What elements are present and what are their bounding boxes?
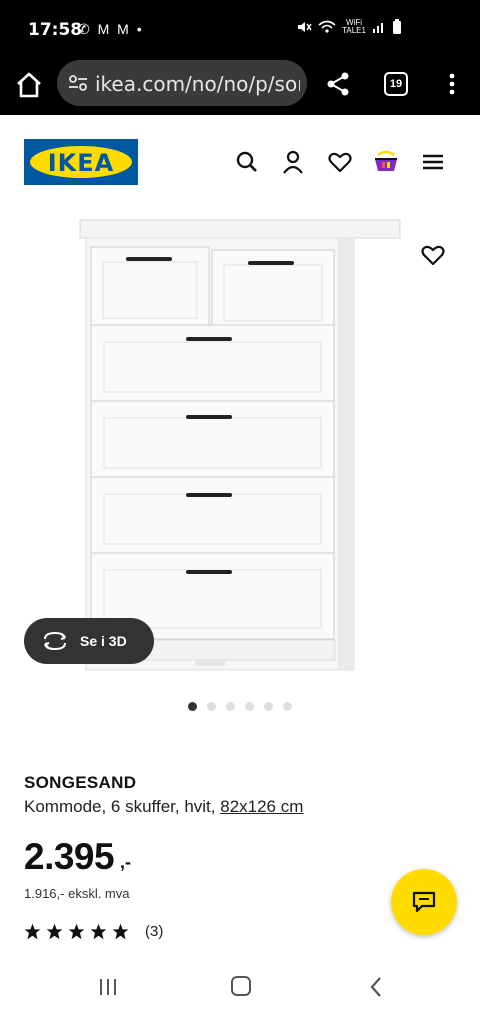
home-icon[interactable]	[14, 70, 44, 100]
tabs-button[interactable]: 19	[384, 72, 408, 96]
ikea-logo[interactable]: IKEA	[24, 139, 138, 185]
search-icon[interactable]	[234, 149, 260, 175]
browser-toolbar: ikea.com/no/no/p/son 19	[0, 60, 480, 115]
mute-icon	[298, 22, 312, 32]
user-icon[interactable]	[280, 149, 306, 175]
heart-icon[interactable]	[327, 149, 353, 175]
star-icon	[68, 923, 85, 940]
status-time: 17:58	[28, 20, 83, 40]
share-icon[interactable]	[324, 70, 352, 98]
carousel-dot[interactable]	[226, 702, 235, 711]
wifi-icon	[318, 20, 336, 33]
chat-button[interactable]	[391, 869, 457, 935]
rating[interactable]: (3)	[24, 923, 163, 940]
carousel-dot[interactable]	[264, 702, 273, 711]
status-bar: 17:58 ✆ M M • WiFi TALE1	[0, 0, 480, 60]
site-header: IKEA	[0, 115, 480, 210]
star-icon	[24, 923, 41, 940]
price: 2.395	[24, 836, 115, 877]
price-excl-vat: 1.916,- ekskl. mva	[24, 886, 130, 901]
signal-icon	[373, 23, 383, 33]
product-name: SONGESAND	[24, 773, 137, 792]
menu-icon[interactable]	[420, 149, 446, 175]
star-icon	[46, 923, 63, 940]
carousel-dot[interactable]	[245, 702, 254, 711]
rating-stars	[24, 923, 129, 940]
site-settings-icon[interactable]	[67, 72, 89, 94]
view-3d-label: Se i 3D	[80, 633, 127, 649]
url-text[interactable]: ikea.com/no/no/p/son	[95, 72, 300, 96]
chat-icon	[412, 891, 436, 913]
address-bar[interactable]: ikea.com/no/no/p/son	[57, 60, 307, 106]
star-icon	[90, 923, 107, 940]
rating-count[interactable]: (3)	[145, 923, 163, 940]
description-text: Kommode, 6 skuffer, hvit,	[24, 797, 221, 816]
product-description: Kommode, 6 skuffer, hvit, 82x126 cm	[24, 797, 303, 817]
rotate-3d-icon	[44, 631, 66, 651]
dimensions-link[interactable]: 82x126 cm	[220, 797, 303, 816]
more-options-icon[interactable]	[440, 70, 464, 98]
view-3d-button[interactable]: Se i 3D	[24, 618, 154, 664]
notification-icons: ✆ M M •	[78, 21, 144, 37]
favorite-icon[interactable]	[420, 242, 446, 268]
basket-icon[interactable]	[373, 149, 399, 175]
system-nav-bar	[0, 958, 480, 1013]
star-icon	[112, 923, 129, 940]
price-suffix: ,-	[120, 852, 131, 872]
status-right-icons: WiFi TALE1	[296, 19, 402, 35]
logo-text: IKEA	[47, 149, 115, 177]
home-nav-icon[interactable]	[231, 976, 251, 996]
wifi-label: WiFi TALE1	[342, 18, 366, 35]
carousel-dot[interactable]	[283, 702, 292, 711]
battery-icon	[393, 19, 401, 34]
back-icon[interactable]	[368, 976, 384, 998]
carousel-dot[interactable]	[188, 702, 197, 711]
recent-apps-icon[interactable]	[98, 978, 118, 996]
carousel-dots	[188, 702, 292, 711]
carousel-dot[interactable]	[207, 702, 216, 711]
